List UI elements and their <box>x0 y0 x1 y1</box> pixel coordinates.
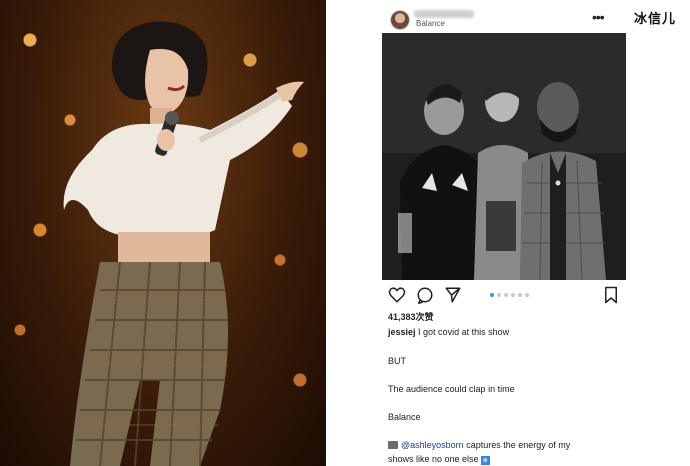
avatar[interactable] <box>390 10 410 30</box>
group-photo <box>382 33 626 280</box>
caption-text: I got covid at this show <box>418 327 510 337</box>
caption-mention-tail: captures the energy of my <box>466 440 571 450</box>
bookmark-icon[interactable] <box>602 286 620 304</box>
carousel-dot <box>497 293 501 297</box>
sparkle-icon: ✳ <box>480 456 490 465</box>
carousel-indicator <box>490 293 529 299</box>
carousel-dot <box>504 293 508 297</box>
caption-first-line: jessiej I got covid at this show <box>388 326 624 338</box>
carousel-dot <box>511 293 515 297</box>
watermark-text: 冰信儿 <box>634 11 677 26</box>
caption-mention-line: @ashleyosborn captures the energy of my <box>388 440 570 450</box>
camera-icon <box>388 441 398 449</box>
carousel-dot <box>518 293 522 297</box>
caption-last-line: shows like no one else ✳ <box>388 454 490 465</box>
caption-last-text: shows like no one else <box>388 454 479 464</box>
heart-icon[interactable] <box>388 286 406 304</box>
carousel-dot-active <box>490 293 494 297</box>
comment-icon[interactable] <box>416 286 434 304</box>
post-actions <box>378 286 630 306</box>
caption-username[interactable]: jessiej <box>388 327 416 337</box>
carousel-dot <box>525 293 529 297</box>
caption-line: BUT <box>388 356 406 366</box>
performer-figure <box>63 21 304 466</box>
post-location[interactable]: Balance <box>416 19 445 28</box>
more-options-icon[interactable]: ••• <box>592 10 605 24</box>
instagram-post: Balance ••• 41,383次赞 jessiej I got covid… <box>378 0 630 466</box>
post-header: Balance ••• <box>378 8 630 32</box>
caption-line: The audience could clap in time <box>388 384 515 394</box>
username-blurred <box>414 10 474 18</box>
share-icon[interactable] <box>444 286 462 304</box>
mention-link[interactable]: @ashleyosborn <box>401 440 464 450</box>
post-photo <box>382 33 626 280</box>
like-count[interactable]: 41,383次赞 <box>388 310 434 323</box>
caption-line: Balance <box>388 412 421 422</box>
performer-photo <box>0 0 326 466</box>
